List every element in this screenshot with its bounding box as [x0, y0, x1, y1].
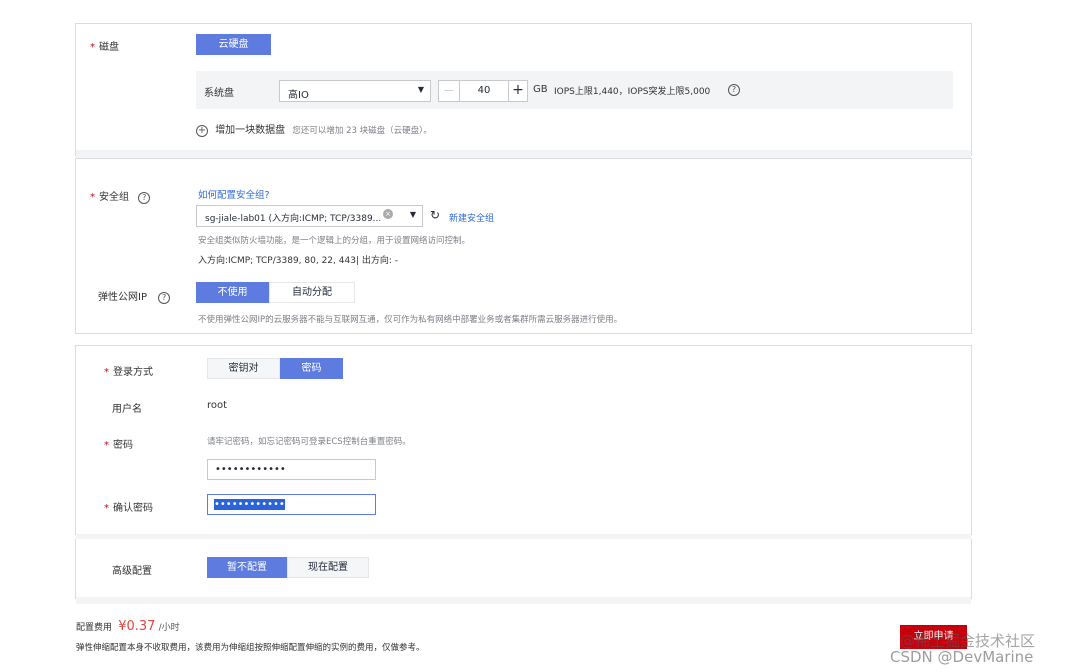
login-section: * 登录方式 密钥对 密码 用户名 root * 密码 请牢记密码，如忘记密码可登录… [75, 345, 972, 535]
eip-none-button[interactable]: 不使用 [196, 282, 269, 303]
disk-type-select[interactable]: 高IO ▼ [279, 80, 431, 102]
confirm-password-label: 确认密码 [113, 503, 153, 514]
disk-size-decrement[interactable]: — [438, 80, 460, 102]
username-label: 用户名 [112, 404, 142, 415]
system-disk-row: 系统盘 高IO ▼ — 40 + GB IOPS上限1,440，IOPS突发上限… [196, 71, 953, 109]
eip-desc: 不使用弹性公网IP的云服务器不能与互联网互通，仅可作为私有网络中部署业务或者集群… [198, 315, 623, 325]
username-value: root [207, 400, 228, 411]
network-section: * 安全组 ? 如何配置安全组? sg-jiale-lab01 (入方向:ICMP… [75, 158, 972, 334]
chevron-down-icon: ▼ [409, 210, 416, 219]
clear-icon[interactable]: × [383, 209, 393, 219]
disk-size-increment[interactable]: + [508, 80, 528, 102]
advanced-section: 高级配置 暂不配置 现在配置 [75, 539, 972, 599]
security-label-row: * 安全组 ? [90, 188, 151, 204]
disk-label: 磁盘 [99, 42, 119, 53]
password-label: 密码 [113, 440, 133, 451]
security-group-label: 安全组 [99, 192, 129, 203]
watermark-csdn: CSDN @DevMarine [890, 648, 1034, 666]
advanced-no-button[interactable]: 暂不配置 [207, 557, 287, 578]
fee-label: 配置费用 [76, 623, 113, 633]
security-group-desc: 安全组类似防火墙功能，是一个逻辑上的分组，用于设置网络访问控制。 [198, 236, 471, 246]
fee-row: 配置费用 ¥0.37 /小时 [76, 619, 180, 634]
help-icon[interactable]: ? [158, 292, 171, 304]
advanced-now-button[interactable]: 现在配置 [287, 557, 369, 578]
add-data-disk-button[interactable]: 增加一块数据盘 [215, 125, 285, 136]
section-gap [76, 597, 971, 604]
fee-note: 弹性伸缩配置本身不收取费用，该费用为伸缩组按照伸缩配置伸缩的实例的费用，仅做参考… [76, 643, 425, 653]
new-security-group-link[interactable]: 新建安全组 [449, 211, 494, 224]
keypair-button[interactable]: 密钥对 [207, 358, 280, 379]
confirm-password-input[interactable]: •••••••••••• [207, 494, 376, 515]
eip-auto-button[interactable]: 自动分配 [269, 282, 355, 303]
fee-unit: /小时 [158, 623, 180, 633]
security-group-select[interactable]: sg-jiale-lab01 (入方向:ICMP; TCP/3389... × … [196, 205, 423, 227]
help-icon[interactable]: ? [728, 84, 740, 96]
login-method-label: 登录方式 [113, 367, 153, 378]
disk-label-row: * 磁盘 [90, 42, 119, 53]
how-to-config-link[interactable]: 如何配置安全组? [198, 187, 270, 201]
help-icon[interactable]: ? [138, 192, 151, 204]
eip-label: 弹性公网IP [98, 292, 147, 303]
disk-size-input[interactable]: 40 [459, 80, 509, 102]
system-disk-label: 系统盘 [204, 88, 234, 99]
password-option-button[interactable]: 密码 [280, 358, 343, 379]
eip-label-row: 弹性公网IP ? [98, 288, 171, 304]
refresh-icon[interactable]: ↻ [430, 208, 440, 222]
disk-section: * 磁盘 云硬盘 系统盘 高IO ▼ — 40 + GB IOPS上限1,440，… [75, 23, 972, 156]
confirm-label-row: * 确认密码 [104, 503, 153, 514]
iops-text: IOPS上限1,440，IOPS突发上限5,000 [554, 87, 711, 97]
advanced-label: 高级配置 [112, 566, 152, 577]
password-input[interactable]: •••••••••••• [207, 459, 376, 480]
cloud-disk-button[interactable]: 云硬盘 [196, 34, 271, 55]
add-data-disk-row[interactable]: + 增加一块数据盘 您还可以增加 23 块磁盘（云硬盘）。 [196, 121, 432, 137]
security-rules: 入方向:ICMP; TCP/3389, 80, 22, 443| 出方向: - [198, 256, 398, 266]
password-label-row: * 密码 [104, 440, 133, 451]
password-hint: 请牢记密码，如忘记密码可登录ECS控制台重置密码。 [207, 437, 411, 447]
chevron-down-icon: ▼ [417, 85, 424, 94]
disk-unit: GB [533, 84, 548, 95]
plus-circle-icon: + [196, 125, 208, 137]
login-label-row: * 登录方式 [104, 367, 153, 378]
fee-price: ¥0.37 [118, 619, 156, 634]
add-data-disk-hint: 您还可以增加 23 块磁盘（云硬盘）。 [292, 126, 432, 136]
